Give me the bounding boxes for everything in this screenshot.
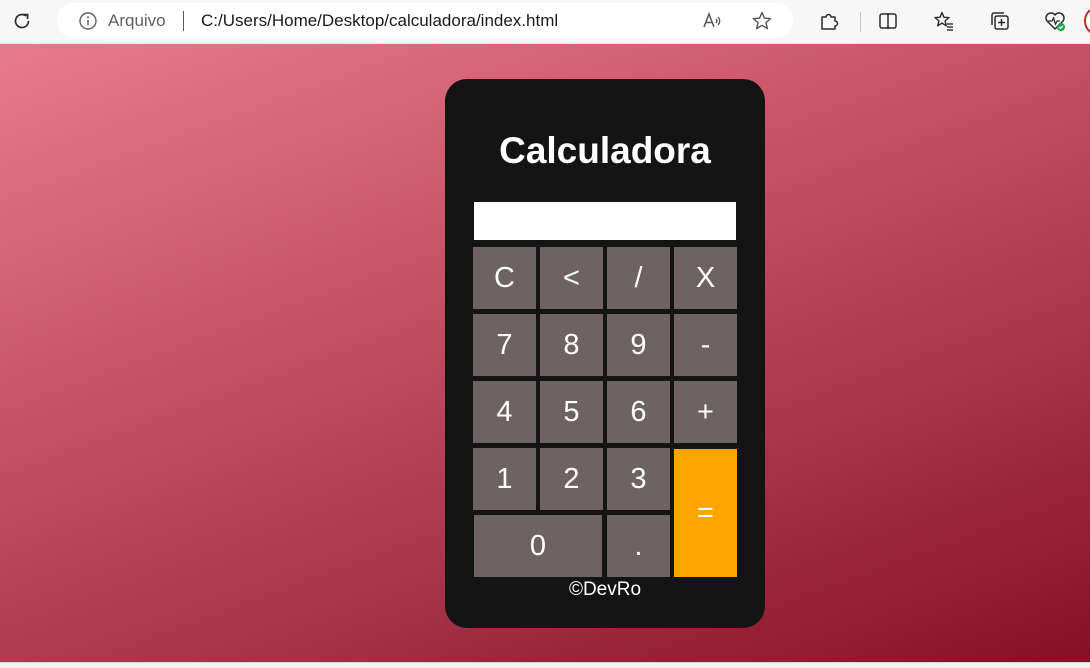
url-text[interactable]: C:/Users/Home/Desktop/calculadora/index.… [201, 11, 558, 31]
digit-4-button[interactable]: 4 [473, 381, 536, 443]
digit-6-button[interactable]: 6 [607, 381, 670, 443]
toolbar-divider [860, 12, 861, 32]
reload-button[interactable] [8, 7, 36, 35]
split-screen-button[interactable] [876, 9, 900, 33]
digit-0-button[interactable]: 0 [474, 515, 602, 577]
divide-button[interactable]: / [607, 247, 670, 309]
minus-button[interactable]: - [674, 314, 737, 376]
browser-essentials-button[interactable] [1043, 9, 1067, 33]
heart-pulse-icon [1045, 12, 1065, 31]
read-aloud-button[interactable] [701, 10, 723, 32]
site-info-label: Arquivo [108, 11, 166, 30]
star-icon [752, 11, 772, 30]
favorite-button[interactable] [751, 10, 773, 32]
split-screen-icon [879, 13, 897, 29]
address-bar[interactable]: Arquivo C:/Users/Home/Desktop/calculador… [57, 3, 793, 38]
collections-button[interactable] [988, 9, 1012, 33]
page-viewport: Calculadora C < / X 7 8 9 - 4 5 6 + 1 2 … [0, 44, 1090, 662]
puzzle-icon [821, 13, 839, 30]
digit-3-button[interactable]: 3 [607, 448, 670, 510]
profile-avatar[interactable] [1084, 6, 1090, 36]
digit-1-button[interactable]: 1 [473, 448, 536, 510]
calculator-footer: ©DevRo [568, 579, 642, 600]
multiply-button[interactable]: X [674, 247, 737, 309]
info-icon [79, 12, 97, 30]
window-bottom-edge [0, 662, 1090, 668]
favorites-icon [934, 11, 953, 31]
digit-5-button[interactable]: 5 [540, 381, 603, 443]
collections-icon [991, 12, 1009, 30]
site-info-button[interactable] [78, 11, 98, 31]
calculator: Calculadora C < / X 7 8 9 - 4 5 6 + 1 2 … [445, 79, 765, 628]
digit-8-button[interactable]: 8 [540, 314, 603, 376]
backspace-button[interactable]: < [540, 247, 603, 309]
calculator-title: Calculadora [499, 130, 711, 171]
browser-toolbar: Arquivo C:/Users/Home/Desktop/calculador… [0, 0, 1090, 44]
equals-button[interactable]: = [674, 449, 737, 577]
clear-button[interactable]: C [473, 247, 536, 309]
reload-icon [14, 13, 30, 29]
plus-button[interactable]: + [674, 381, 737, 443]
calculator-display[interactable] [474, 202, 736, 240]
decimal-button[interactable]: . [607, 515, 670, 577]
address-separator [183, 11, 184, 31]
digit-7-button[interactable]: 7 [473, 314, 536, 376]
read-aloud-icon [703, 11, 721, 28]
extensions-button[interactable] [817, 9, 841, 33]
favorites-button[interactable] [932, 9, 956, 33]
digit-2-button[interactable]: 2 [540, 448, 603, 510]
digit-9-button[interactable]: 9 [607, 314, 670, 376]
